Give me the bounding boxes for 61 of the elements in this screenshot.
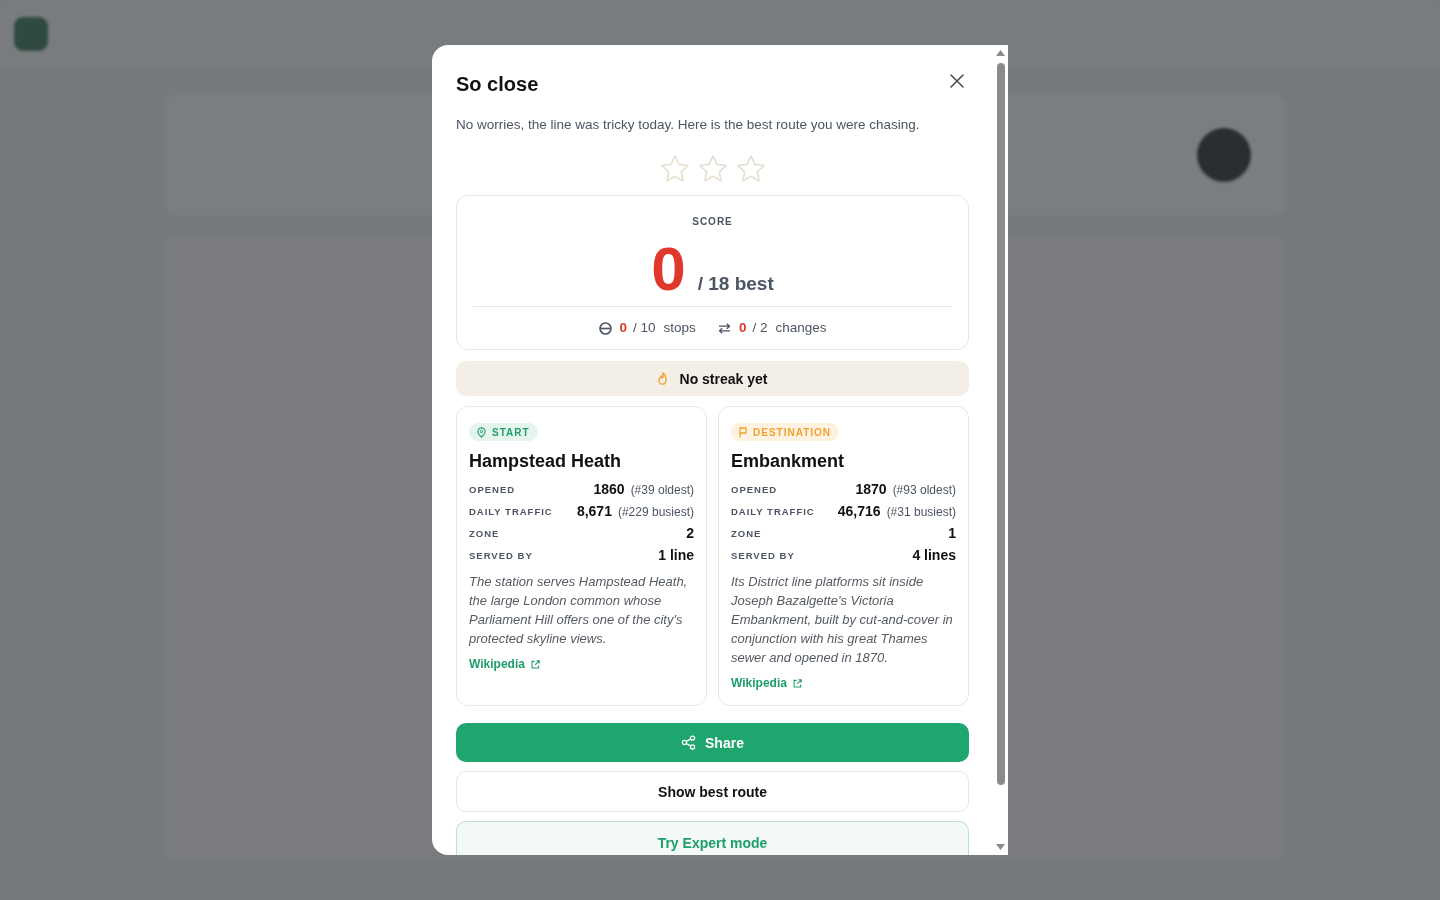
scroll-up-arrow-icon[interactable]: [996, 50, 1005, 56]
action-button[interactable]: Show best route: [456, 771, 969, 812]
station-name: Hampstead Heath: [469, 450, 623, 473]
fact-label: OPENED: [469, 483, 516, 495]
close-button[interactable]: [950, 74, 964, 88]
station-name: Embankment: [731, 450, 846, 473]
badge-label: START: [492, 426, 530, 438]
fact-label: ZONE: [469, 527, 500, 539]
share-icon: [681, 735, 697, 750]
station-description: Its District line platforms sit inside Joseph Bazalgette's Victoria Embankment, built by cut-and-cover in conjunction with his great Thames sewer and opened in 1870.: [731, 573, 954, 667]
score-value: 0: [651, 238, 686, 300]
flame-icon: [657, 372, 667, 385]
fact-value: 2: [686, 525, 694, 541]
close-icon: [950, 74, 964, 88]
map-pin-icon: [477, 426, 486, 438]
stat-value: 0: [738, 319, 747, 337]
fact-rank: (#31 busiest): [886, 505, 956, 519]
fact-label: DAILY TRAFFIC: [469, 505, 553, 517]
stat-unit: stops: [663, 319, 696, 337]
score-label: SCORE: [692, 215, 733, 229]
external-link[interactable]: Wikipedia: [731, 675, 802, 691]
scroll-down-arrow-icon[interactable]: [996, 844, 1005, 850]
fact-label: SERVED BY: [469, 549, 533, 561]
fact-value: 4 lines: [912, 547, 956, 563]
streak-text: No streak yet: [679, 370, 768, 387]
fact-label: SERVED BY: [731, 549, 795, 561]
fact-label: ZONE: [731, 527, 762, 539]
external-link[interactable]: Wikipedia: [469, 656, 540, 672]
fact-value: 1: [948, 525, 956, 541]
stat-unit: changes: [775, 319, 827, 337]
star-icon: [698, 155, 727, 182]
fact-rank: (#39 oldest): [630, 483, 694, 497]
fact-value: 46,716: [837, 503, 881, 519]
external-link-icon: [530, 659, 540, 669]
station-description: The station serves Hampstead Heath, the large London common whose Parliament Hill offers one of the city's protected skyline views.: [469, 573, 689, 648]
stat-value: 0: [619, 319, 628, 337]
badge-label: DESTINATION: [753, 426, 832, 438]
flag-icon: [739, 426, 747, 438]
dialog-title: So close: [456, 72, 539, 96]
external-link-icon: [792, 678, 802, 688]
stat-total: / 10: [633, 319, 656, 337]
avatar-icon: [1197, 128, 1251, 182]
fact-value: 1870: [855, 481, 887, 497]
stat-total: / 2: [752, 319, 768, 337]
scrollbar-thumb[interactable]: [996, 63, 1005, 785]
fact-rank: (#93 oldest): [892, 483, 956, 497]
fact-rank: (#229 busiest): [617, 505, 694, 519]
circle-minus-icon: [598, 321, 612, 335]
swap-arrows-icon: [717, 322, 731, 334]
star-icon: [660, 155, 689, 182]
fact-label: OPENED: [731, 483, 778, 495]
score-best: / 18 best: [697, 273, 774, 295]
star-icon: [736, 155, 765, 182]
logo-icon: [14, 17, 48, 51]
fact-value: 1860: [593, 481, 625, 497]
fact-label: DAILY TRAFFIC: [731, 505, 815, 517]
fact-value: 8,671: [576, 503, 612, 519]
dialog-message: No worries, the line was tricky today. Here is the best route you were chasing.: [456, 116, 921, 134]
fact-value: 1 line: [658, 547, 694, 563]
action-button[interactable]: Try Expert mode: [456, 821, 969, 855]
share-button[interactable]: Share: [456, 723, 969, 762]
